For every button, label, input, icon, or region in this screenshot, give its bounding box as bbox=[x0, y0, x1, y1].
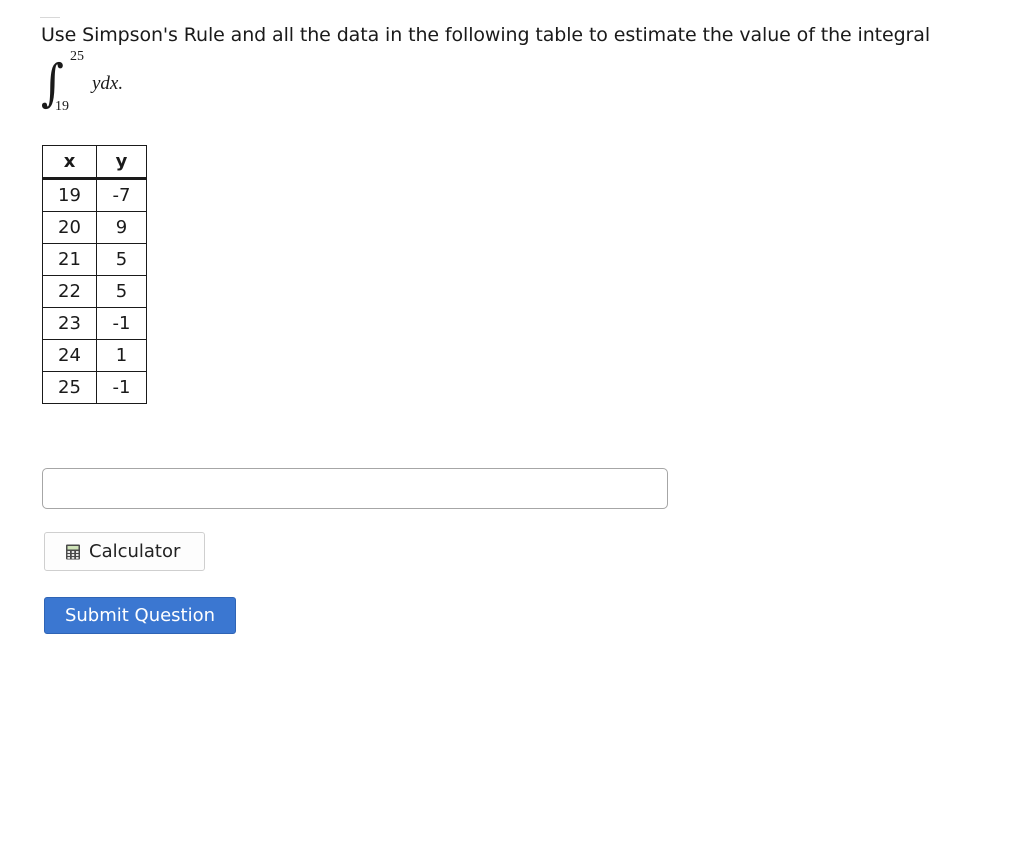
table-header-row: x y bbox=[42, 145, 147, 180]
table-row: 22 5 bbox=[42, 275, 147, 308]
submit-button-label: Submit Question bbox=[64, 605, 216, 626]
cell-x: 21 bbox=[42, 243, 97, 276]
table-row: 21 5 bbox=[42, 243, 147, 276]
cell-x: 19 bbox=[42, 178, 97, 212]
cell-x: 23 bbox=[42, 307, 97, 340]
top-divider bbox=[40, 17, 60, 18]
cell-y: 1 bbox=[96, 339, 147, 372]
cell-x: 24 bbox=[42, 339, 97, 372]
calculator-button[interactable]: Calculator bbox=[44, 532, 205, 571]
cell-y: -1 bbox=[96, 307, 147, 340]
integrand: ydx. bbox=[92, 73, 124, 94]
calculator-button-label: Calculator bbox=[89, 541, 181, 562]
calculator-icon bbox=[65, 544, 81, 560]
cell-x: 22 bbox=[42, 275, 97, 308]
cell-y: 5 bbox=[96, 243, 147, 276]
cell-y: 9 bbox=[96, 211, 147, 244]
table-row: 20 9 bbox=[42, 211, 147, 244]
integral-upper-limit: 25 bbox=[70, 49, 84, 64]
cell-x: 25 bbox=[42, 371, 97, 404]
cell-x: 20 bbox=[42, 211, 97, 244]
table-row: 19 -7 bbox=[42, 178, 147, 212]
table-row: 24 1 bbox=[42, 339, 147, 372]
column-header-y: y bbox=[96, 145, 147, 180]
column-header-x: x bbox=[42, 145, 97, 180]
integral-lower-limit: 19 bbox=[55, 99, 69, 114]
cell-y: 5 bbox=[96, 275, 147, 308]
table-row: 25 -1 bbox=[42, 371, 147, 404]
integral-expression: ∫ 25 19 ydx. bbox=[41, 46, 181, 122]
submit-question-button[interactable]: Submit Question bbox=[44, 597, 236, 634]
data-table: x y 19 -7 20 9 21 5 22 5 23 -1 24 1 25 -… bbox=[42, 145, 147, 404]
cell-y: -7 bbox=[96, 178, 147, 212]
cell-y: -1 bbox=[96, 371, 147, 404]
answer-input[interactable] bbox=[42, 468, 668, 509]
question-prompt: Use Simpson's Rule and all the data in t… bbox=[41, 24, 930, 46]
table-row: 23 -1 bbox=[42, 307, 147, 340]
